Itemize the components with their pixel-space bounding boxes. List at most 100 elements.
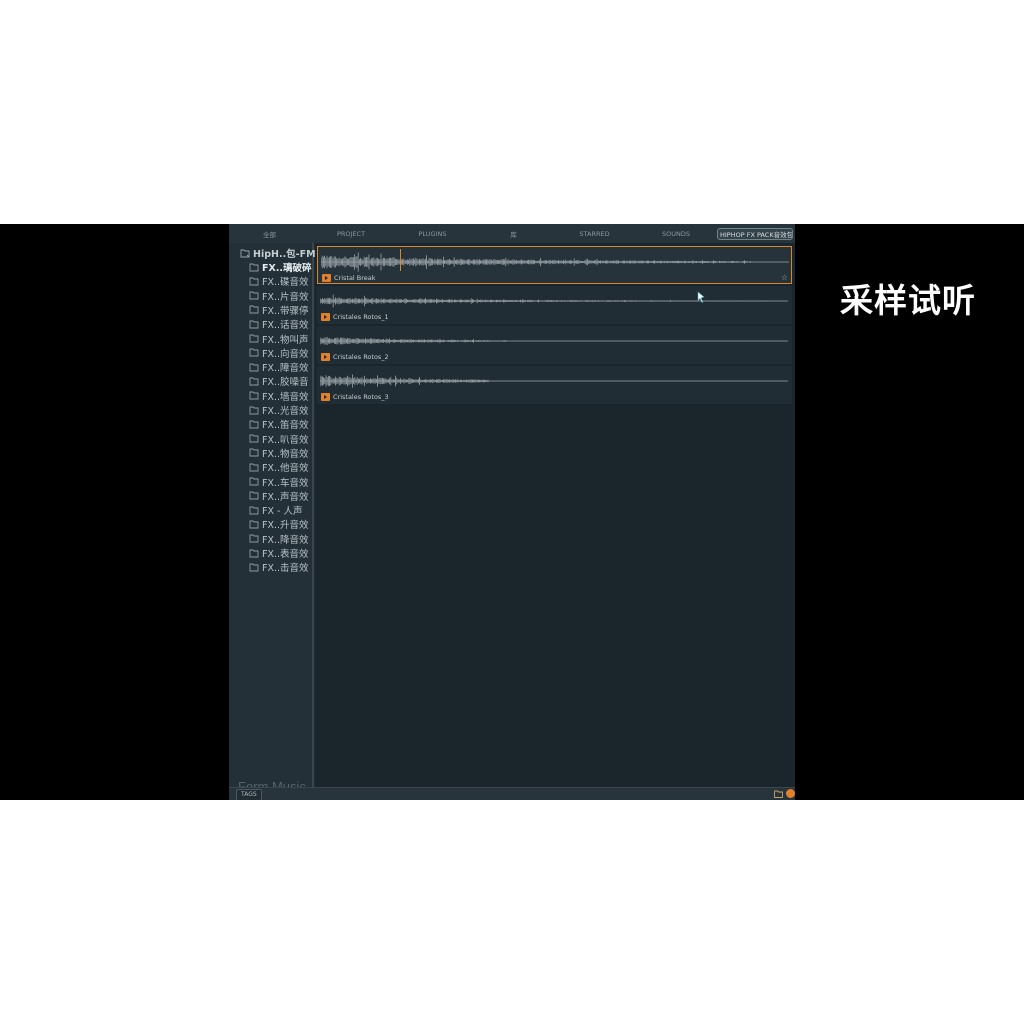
folder-icon <box>249 363 259 372</box>
sample-row[interactable]: Cristales Rotos_2 <box>317 326 792 364</box>
folder-item-label: FX..声音效 <box>262 491 309 503</box>
tab-sounds[interactable]: SOUNDS <box>635 230 717 238</box>
folder-icon <box>249 549 259 557</box>
folder-item[interactable]: FX..物叫声 <box>249 332 309 346</box>
play-icon[interactable] <box>321 313 330 321</box>
folder-tree: HipH..包-FM FX..璃破碎 FX..碟音效 FX..片音效 FX..带骤停 F… <box>229 243 316 794</box>
tab-plugins[interactable]: PLUGINS <box>392 230 473 238</box>
folder-item[interactable]: FX..光音效 <box>249 403 309 417</box>
folder-icon <box>249 348 259 357</box>
sample-row[interactable]: Cristal Break ☆ <box>317 246 792 284</box>
folder-item[interactable]: FX..带骤停 <box>249 303 309 317</box>
folder-icon <box>249 263 259 271</box>
folder-icon <box>249 377 259 386</box>
folder-icon <box>249 448 259 457</box>
tab-hiphop-fx-pack[interactable]: HIPHOP FX PACK音效包... <box>717 227 793 240</box>
tree-root-label: HipH..包-FM <box>253 249 316 260</box>
folder-item[interactable]: FX..璃破碎 <box>249 260 312 274</box>
folder-icon <box>249 491 259 500</box>
playhead <box>400 249 401 271</box>
folder-item-label: FX..他音效 <box>262 463 309 475</box>
folder-item[interactable]: FX..碟音效 <box>249 274 309 288</box>
folder-item[interactable]: FX..车音效 <box>249 475 309 489</box>
browser-tab-bar: 全部 PROJECT PLUGINS 库 STARRED SOUNDS HIPH… <box>229 224 795 243</box>
play-icon[interactable] <box>321 353 330 361</box>
folder-item-label: FX..降音效 <box>262 534 309 546</box>
hand-cursor-icon <box>697 291 705 303</box>
folder-item-label: FX..笛音效 <box>262 420 309 432</box>
tab-project[interactable]: PROJECT <box>310 230 392 238</box>
tab-all[interactable]: 全部 <box>229 229 310 239</box>
folder-item-label: FX..障音效 <box>262 363 309 375</box>
folder-item-label: FX..升音效 <box>262 520 309 532</box>
folder-item[interactable]: FX..声音效 <box>249 489 309 503</box>
folder-item[interactable]: FX..片音效 <box>249 289 309 303</box>
folder-icon <box>249 291 259 300</box>
tab-library[interactable]: 库 <box>473 229 554 239</box>
folder-item-label: FX..叭音效 <box>262 434 309 446</box>
folder-item-label: FX..片音效 <box>262 291 309 303</box>
status-bar: TAGS <box>229 787 795 800</box>
sample-name: Cristales Rotos_1 <box>333 313 389 321</box>
tree-root-folder[interactable]: HipH..包-FM <box>240 246 316 260</box>
tags-button[interactable]: TAGS <box>236 789 262 800</box>
sample-name: Cristal Break <box>334 274 376 282</box>
folder-item[interactable]: FX..向音效 <box>249 346 309 360</box>
folder-icon <box>249 420 259 429</box>
folder-icon <box>249 320 259 329</box>
sample-name: Cristales Rotos_2 <box>333 353 389 361</box>
folder-icon <box>249 463 259 472</box>
folder-open-icon <box>240 249 250 257</box>
browser-panel: 全部 PROJECT PLUGINS 库 STARRED SOUNDS HIPH… <box>229 224 795 800</box>
folder-item-label: FX..向音效 <box>262 348 309 360</box>
folder-item[interactable]: FX..他音效 <box>249 460 309 474</box>
waveform <box>320 374 788 388</box>
folder-item-label: FX..带骤停 <box>262 305 309 317</box>
folder-item-label: FX..物叫声 <box>262 334 309 346</box>
waveform <box>320 336 788 346</box>
tab-starred[interactable]: STARRED <box>554 230 635 238</box>
folder-item-label: FX..光音效 <box>262 406 309 417</box>
folder-item[interactable]: FX..物音效 <box>249 446 309 460</box>
play-icon[interactable] <box>322 274 331 282</box>
folder-item-label: FX..璃破碎 <box>262 263 312 274</box>
folder-item-label: FX..碟音效 <box>262 277 309 289</box>
folder-icon <box>249 406 259 414</box>
video-caption: 采样试听 <box>840 281 976 320</box>
folder-item[interactable]: FX..升音效 <box>249 517 309 531</box>
folder-icon <box>249 520 259 529</box>
folder-icon <box>249 477 259 486</box>
folder-item[interactable]: FX..话音效 <box>249 317 309 331</box>
folder-item-label: FX - 人声 <box>262 506 303 518</box>
folder-icon <box>249 506 259 515</box>
play-icon[interactable] <box>321 393 330 401</box>
folder-icon[interactable] <box>774 790 783 798</box>
folder-item-label: FX..墙音效 <box>262 391 309 403</box>
folder-item[interactable]: FX..叭音效 <box>249 432 309 446</box>
folder-item[interactable]: FX..降音效 <box>249 532 309 546</box>
folder-item-label: FX..胶噪音 <box>262 377 309 389</box>
folder-item[interactable]: FX - 人声 <box>249 503 302 517</box>
folder-item[interactable]: FX..墙音效 <box>249 389 309 403</box>
sample-row[interactable]: Cristales Rotos_1 <box>317 286 792 324</box>
folder-icon <box>249 534 259 543</box>
sample-name: Cristales Rotos_3 <box>333 393 389 401</box>
folder-item[interactable]: FX..表音效 <box>249 546 309 560</box>
waveform <box>321 252 789 272</box>
star-outline-icon[interactable]: ☆ <box>781 273 788 282</box>
waveform <box>320 294 788 308</box>
folder-icon <box>249 305 259 314</box>
folder-icon <box>249 434 259 443</box>
folder-item-label: FX..物音效 <box>262 448 309 460</box>
fl-studio-icon[interactable] <box>786 789 795 798</box>
folder-item[interactable]: FX..笛音效 <box>249 417 309 431</box>
folder-icon <box>249 334 259 343</box>
folder-item[interactable]: FX..胶噪音 <box>249 374 309 388</box>
folder-item[interactable]: FX..障音效 <box>249 360 309 374</box>
folder-item-label: FX..击音效 <box>262 563 309 575</box>
folder-item-label: FX..话音效 <box>262 320 309 332</box>
sample-list: Cristal Break ☆ Cristales Rotos_1 Crista… <box>315 243 795 787</box>
sample-row[interactable]: Cristales Rotos_3 <box>317 366 792 404</box>
folder-icon <box>249 391 259 400</box>
folder-item[interactable]: FX..击音效 <box>249 560 309 574</box>
